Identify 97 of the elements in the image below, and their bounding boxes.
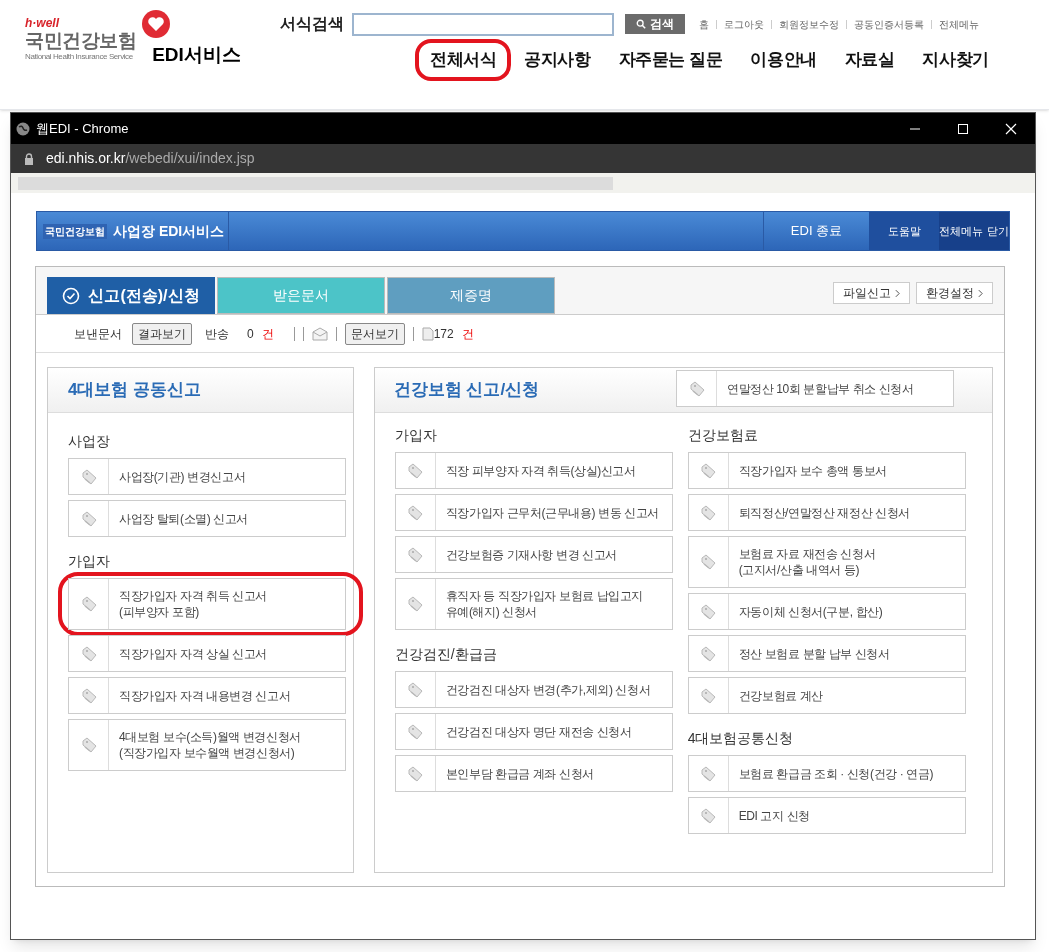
- group-title: 가입자: [394, 426, 438, 445]
- result-view-button[interactable]: 결과보기: [132, 322, 192, 345]
- document-count: 172: [433, 325, 454, 343]
- action-button[interactable]: 파일신고: [833, 282, 910, 304]
- chevron-right-icon: [895, 288, 900, 298]
- header-button[interactable]: 전체메뉴 닫기: [939, 212, 1009, 250]
- form-item[interactable]: 사업장 탈퇴(소멸) 신고서: [68, 500, 346, 537]
- count-unit: 건: [461, 325, 474, 343]
- form-item[interactable]: 건강보험료 계산: [687, 677, 966, 714]
- form-item[interactable]: 사업장(기관) 변경신고서: [68, 458, 346, 495]
- form-item[interactable]: 4대보험 보수(소득)월액 변경신청서 (직장가입자 보수월액 변경신청서): [68, 719, 346, 771]
- returned-count: 0: [247, 325, 254, 343]
- tag-icon: [80, 596, 97, 612]
- heart-logo-icon: [141, 9, 171, 39]
- form-item[interactable]: 직장가입자 근무처(근무내용) 변동 신고서: [394, 494, 673, 531]
- sent-documents-label: 보낸문서: [74, 325, 122, 343]
- form-item[interactable]: 직장가입자 자격 내용변경 신고서: [68, 677, 346, 714]
- service-name: EDI서비스: [152, 43, 241, 67]
- form-item[interactable]: 정산 보험료 분할 납부 신청서: [687, 635, 966, 672]
- nav-link[interactable]: 지사찾기: [907, 39, 1004, 81]
- tag-icon: [700, 554, 717, 570]
- chevron-right-icon: [978, 288, 983, 298]
- search-icon: [636, 19, 646, 29]
- tab[interactable]: 신고(전송)/신청: [47, 277, 215, 314]
- group-title: 건강보험료: [687, 426, 759, 445]
- tag-icon: [700, 765, 717, 782]
- tag-icon: [700, 645, 717, 662]
- tag-icon: [700, 687, 717, 704]
- address-bar[interactable]: edi.nhis.or.kr/webedi/xui/index.jsp: [46, 148, 255, 169]
- window-title: 웹EDI - Chrome: [36, 119, 130, 138]
- tag-icon: [80, 645, 97, 662]
- close-icon: [1005, 122, 1017, 135]
- logo-subtitle: National Health Insurance Service: [25, 52, 134, 61]
- tag-icon: [700, 807, 717, 824]
- form-item[interactable]: 건강검진 대상자 명단 재전송 신청서: [394, 713, 673, 750]
- search-button[interactable]: 검색: [625, 14, 685, 34]
- tag-icon: [700, 504, 717, 521]
- brand-tagline: h·well: [25, 17, 61, 29]
- form-item[interactable]: EDI 고지 신청: [687, 797, 966, 834]
- envelope-icon: [311, 326, 328, 341]
- tag-icon: [700, 462, 717, 479]
- form-item[interactable]: 직장가입자 보수 총액 통보서: [687, 452, 966, 489]
- form-item[interactable]: 본인부담 환급금 계좌 신청서: [394, 755, 673, 792]
- form-item[interactable]: 직장가입자 자격 상실 신고서: [68, 635, 346, 672]
- tag-icon: [407, 546, 424, 563]
- app-title: 사업장 EDI서비스: [113, 221, 225, 241]
- group-title: 사업장: [68, 432, 111, 451]
- form-item[interactable]: 보험료 자료 재전송 신청서 (고지서/산출 내역서 등): [687, 536, 966, 588]
- document-view-button[interactable]: 문서보기: [344, 322, 405, 345]
- form-item[interactable]: 보험료 환급금 조회 · 신청(건강 · 연금): [687, 755, 966, 792]
- header-link[interactable]: 홈: [699, 16, 709, 32]
- globe-icon: [16, 121, 30, 136]
- group-title: 4대보험공통신청: [687, 729, 795, 748]
- tag-icon: [407, 504, 424, 521]
- search-label: 서식검색: [280, 14, 344, 34]
- form-item[interactable]: 퇴직정산/연말정산 재정산 신청서: [687, 494, 966, 531]
- form-item[interactable]: 건강검진 대상자 변경(추가,제외) 신청서: [394, 671, 673, 708]
- tag-icon: [407, 765, 424, 782]
- group-title: 건강검진/환급금: [394, 645, 498, 664]
- search-field[interactable]: [352, 12, 614, 36]
- logo-name: 국민건강보험: [25, 29, 137, 53]
- app-logo: 국민건강보험: [43, 223, 107, 239]
- tag-icon: [407, 681, 424, 698]
- nav-link[interactable]: 전체서식: [415, 39, 512, 81]
- tag-icon: [407, 462, 424, 479]
- tag-icon: [80, 468, 97, 485]
- document-icon: [421, 326, 434, 341]
- header-link[interactable]: 로그아웃: [724, 16, 764, 32]
- tag-icon: [80, 510, 97, 527]
- tag-icon: [407, 723, 424, 740]
- header-button[interactable]: 도움말: [869, 212, 939, 250]
- maximize-icon: [957, 122, 969, 135]
- form-item[interactable]: 자동이체 신청서(구분, 합산): [687, 593, 966, 630]
- count-unit: 건: [261, 325, 274, 343]
- form-item[interactable]: 건강보험증 기재사항 변경 신고서: [394, 536, 673, 573]
- form-item[interactable]: 연말정산 10회 분할납부 취소 신청서: [676, 370, 954, 407]
- header-link[interactable]: 전체메뉴: [939, 16, 979, 32]
- nav-link[interactable]: 자료실: [829, 39, 910, 81]
- check-circle-icon: [62, 286, 81, 305]
- form-item[interactable]: 직장 피부양자 자격 취득(상실)신고서: [394, 452, 673, 489]
- header-link[interactable]: 회원정보수정: [779, 16, 839, 32]
- returned-label: 반송: [205, 325, 229, 343]
- form-item[interactable]: 직장가입자 자격 취득 신고서 (피부양자 포함): [68, 578, 346, 630]
- lock-icon: [24, 152, 34, 165]
- form-item[interactable]: 휴직자 등 직장가입자 보험료 납입고지 유예(해지) 신청서: [394, 578, 673, 630]
- tag-icon: [80, 687, 97, 704]
- panel-title: 건강보험 신고/신청: [393, 379, 541, 402]
- nav-link[interactable]: 이용안내: [735, 39, 832, 81]
- tag-icon: [407, 596, 424, 612]
- nav-link[interactable]: 자주묻는 질문: [603, 39, 738, 81]
- tag-icon: [688, 380, 705, 397]
- tag-icon: [700, 603, 717, 620]
- header-link[interactable]: 공동인증서등록: [854, 16, 924, 32]
- action-button[interactable]: 환경설정: [916, 282, 993, 304]
- tag-icon: [80, 737, 97, 753]
- group-title: 가입자: [68, 552, 111, 571]
- nav-link[interactable]: 공지사항: [509, 39, 606, 81]
